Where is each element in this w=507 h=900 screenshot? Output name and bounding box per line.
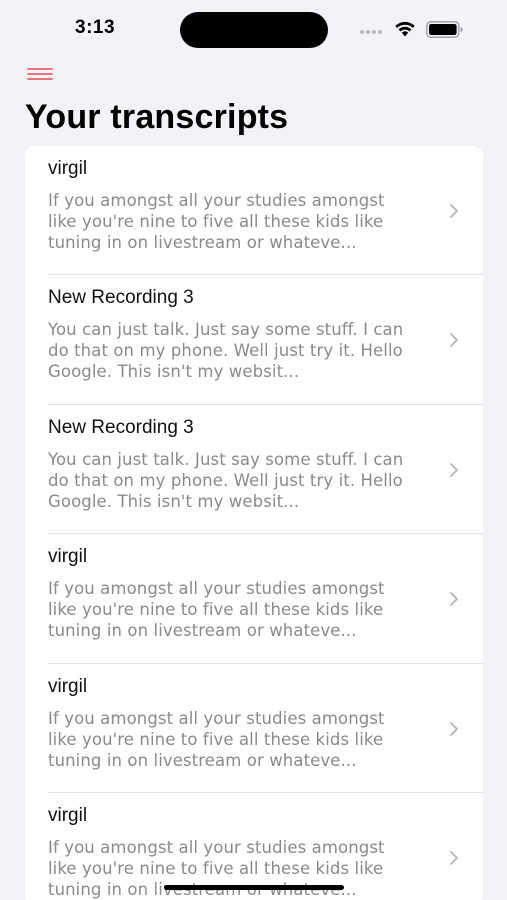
transcript-row[interactable]: virgil If you amongst all your studies a…	[25, 534, 483, 664]
transcript-row[interactable]: virgil If you amongst all your studies a…	[25, 146, 483, 276]
transcript-row[interactable]: New Recording 3 You can just talk. Just …	[25, 405, 483, 535]
status-bar: 3:13	[0, 0, 507, 60]
transcript-preview: If you amongst all your studies amongst …	[48, 708, 385, 770]
chevron-right-icon	[450, 333, 458, 348]
hamburger-menu-icon[interactable]	[27, 66, 54, 82]
transcript-row[interactable]: virgil If you amongst all your studies a…	[25, 664, 483, 793]
transcript-row[interactable]: New Recording 3 You can just talk. Just …	[25, 275, 483, 405]
transcript-title: virgil	[48, 675, 88, 697]
dynamic-island	[180, 12, 328, 48]
cellular-dots-icon	[360, 30, 382, 34]
chevron-right-icon	[450, 592, 458, 607]
transcript-title: New Recording 3	[48, 287, 194, 309]
transcript-preview: If you amongst all your studies amongst …	[48, 579, 385, 641]
transcript-preview: If you amongst all your studies amongst …	[48, 837, 385, 899]
chevron-right-icon	[450, 851, 458, 865]
transcript-title: virgil	[48, 804, 88, 826]
home-indicator[interactable]	[164, 885, 344, 890]
page-title: Your transcripts	[25, 98, 289, 136]
transcript-title: virgil	[48, 546, 88, 568]
transcript-preview: You can just talk. Just say some stuff. …	[48, 320, 404, 382]
transcript-preview: If you amongst all your studies amongst …	[48, 191, 385, 252]
chevron-right-icon	[450, 462, 458, 477]
status-time: 3:13	[75, 17, 116, 38]
transcript-title: New Recording 3	[48, 416, 194, 438]
transcript-preview: You can just talk. Just say some stuff. …	[48, 449, 404, 511]
battery-icon	[426, 21, 463, 38]
transcript-row[interactable]: virgil If you amongst all your studies a…	[25, 793, 483, 900]
wifi-icon	[395, 21, 415, 37]
transcript-list: virgil If you amongst all your studies a…	[25, 146, 483, 900]
transcript-title: virgil	[48, 158, 88, 179]
chevron-right-icon	[450, 204, 458, 218]
chevron-right-icon	[450, 721, 458, 736]
